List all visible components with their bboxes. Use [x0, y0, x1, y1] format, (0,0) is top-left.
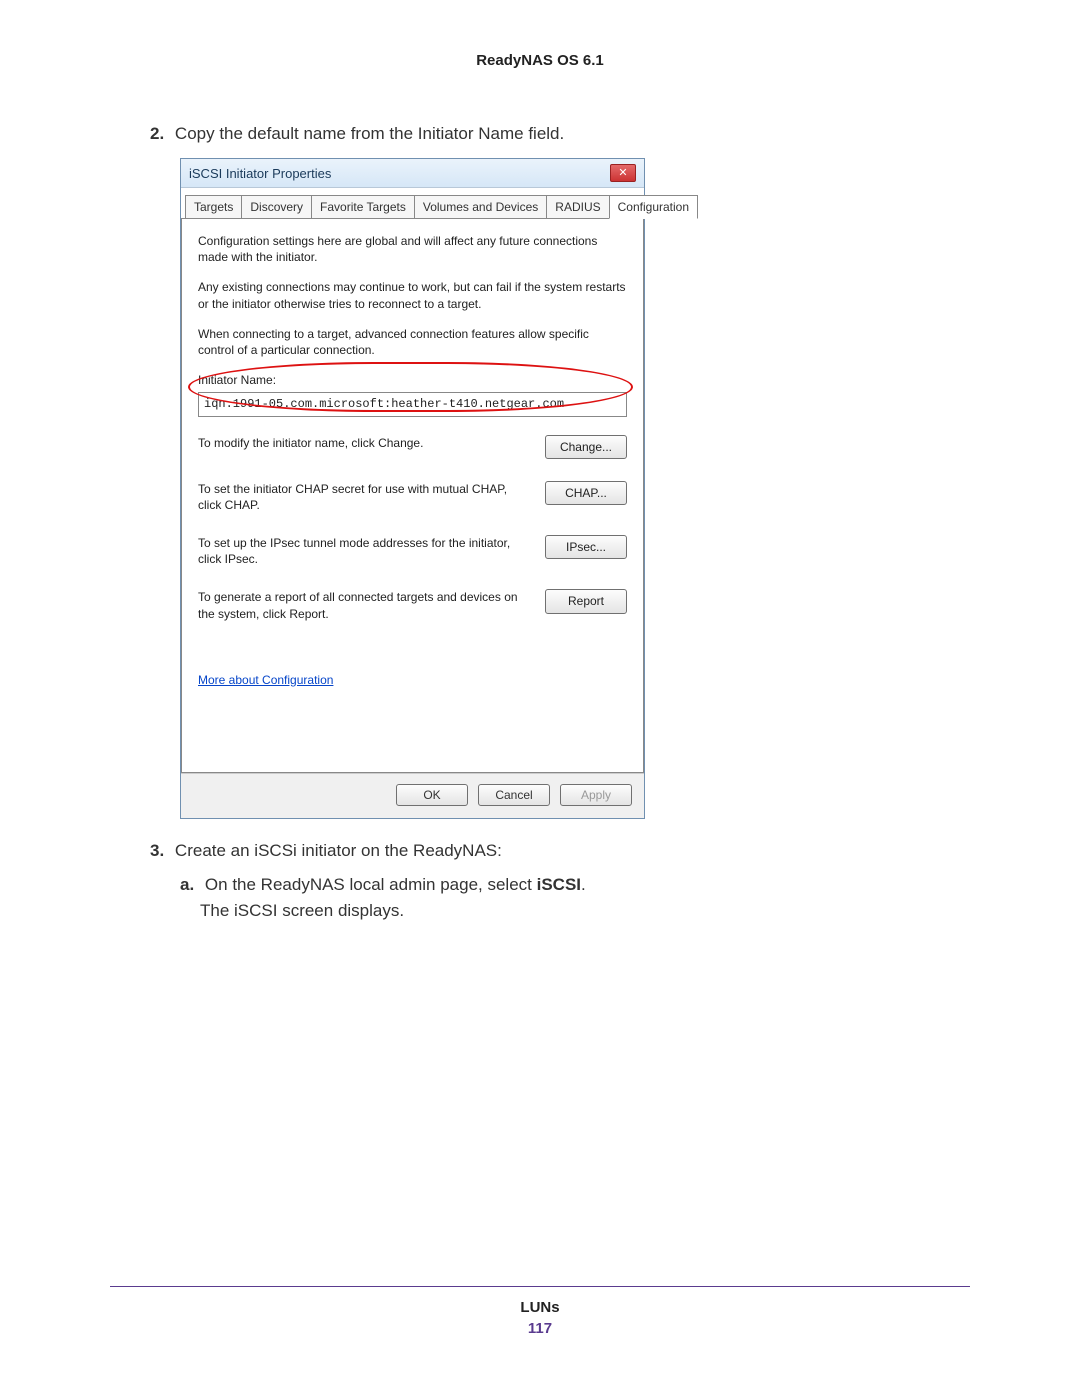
- step-2: 2. Copy the default name from the Initia…: [150, 124, 930, 144]
- dialog-title-text: iSCSI Initiator Properties: [189, 166, 331, 181]
- ipsec-button[interactable]: IPsec...: [545, 535, 627, 559]
- step-3-block: 3. Create an iSCSi initiator on the Read…: [150, 841, 930, 921]
- config-para-1: Configuration settings here are global a…: [198, 233, 627, 265]
- row-change: To modify the initiator name, click Chan…: [198, 435, 627, 459]
- step-3-text: Create an iSCSi initiator on the ReadyNA…: [175, 841, 502, 860]
- config-para-3: When connecting to a target, advanced co…: [198, 326, 627, 358]
- row-chap-text: To set the initiator CHAP secret for use…: [198, 481, 529, 513]
- tab-radius[interactable]: RADIUS: [546, 195, 609, 219]
- tab-discovery[interactable]: Discovery: [241, 195, 312, 219]
- change-button[interactable]: Change...: [545, 435, 627, 459]
- step-3a-line2: The iSCSI screen displays.: [200, 901, 930, 921]
- row-change-text: To modify the initiator name, click Chan…: [198, 435, 529, 451]
- step-3a-after: .: [581, 875, 586, 894]
- row-ipsec-text: To set up the IPsec tunnel mode addresse…: [198, 535, 529, 567]
- tab-targets[interactable]: Targets: [185, 195, 242, 219]
- step-3a-bold: iSCSI: [537, 875, 581, 894]
- iscsi-dialog: iSCSI Initiator Properties ✕ Targets Dis…: [180, 158, 645, 819]
- dialog-titlebar: iSCSI Initiator Properties ✕: [181, 159, 644, 188]
- dialog-footer: OK Cancel Apply: [181, 773, 644, 818]
- tab-volumes-devices[interactable]: Volumes and Devices: [414, 195, 547, 219]
- more-about-configuration-link[interactable]: More about Configuration: [198, 673, 333, 687]
- initiator-name-field[interactable]: iqn.1991-05.com.microsoft:heather-t410.n…: [198, 392, 627, 416]
- dialog-body: Configuration settings here are global a…: [181, 218, 644, 773]
- config-para-2: Any existing connections may continue to…: [198, 279, 627, 311]
- dialog-tabs: Targets Discovery Favorite Targets Volum…: [181, 188, 644, 218]
- step-2-number: 2.: [150, 124, 164, 143]
- step-3-number: 3.: [150, 841, 164, 860]
- footer-section-label: LUNs: [0, 1299, 1080, 1316]
- step-3a-text-1: On the ReadyNAS local admin page, select: [205, 875, 537, 894]
- initiator-name-group: Initiator Name: iqn.1991-05.com.microsof…: [198, 372, 627, 416]
- page-content: 2. Copy the default name from the Initia…: [0, 69, 1080, 921]
- chap-button[interactable]: CHAP...: [545, 481, 627, 505]
- step-3a-letter: a.: [180, 875, 194, 894]
- row-report: To generate a report of all connected ta…: [198, 589, 627, 621]
- ok-button[interactable]: OK: [396, 784, 468, 806]
- footer-rule: [110, 1286, 970, 1287]
- report-button[interactable]: Report: [545, 589, 627, 613]
- apply-button[interactable]: Apply: [560, 784, 632, 806]
- page-header: ReadyNAS OS 6.1: [0, 0, 1080, 69]
- row-report-text: To generate a report of all connected ta…: [198, 589, 529, 621]
- page-footer: LUNs 117: [0, 1299, 1080, 1337]
- tab-favorite-targets[interactable]: Favorite Targets: [311, 195, 415, 219]
- close-icon[interactable]: ✕: [610, 164, 636, 182]
- tab-configuration[interactable]: Configuration: [609, 195, 698, 219]
- step-2-text: Copy the default name from the Initiator…: [175, 124, 564, 143]
- cancel-button[interactable]: Cancel: [478, 784, 550, 806]
- step-3a: a. On the ReadyNAS local admin page, sel…: [180, 875, 930, 895]
- row-ipsec: To set up the IPsec tunnel mode addresse…: [198, 535, 627, 567]
- step-3: 3. Create an iSCSi initiator on the Read…: [150, 841, 930, 861]
- row-chap: To set the initiator CHAP secret for use…: [198, 481, 627, 513]
- footer-page-number: 117: [0, 1320, 1080, 1337]
- initiator-name-label: Initiator Name:: [198, 372, 627, 388]
